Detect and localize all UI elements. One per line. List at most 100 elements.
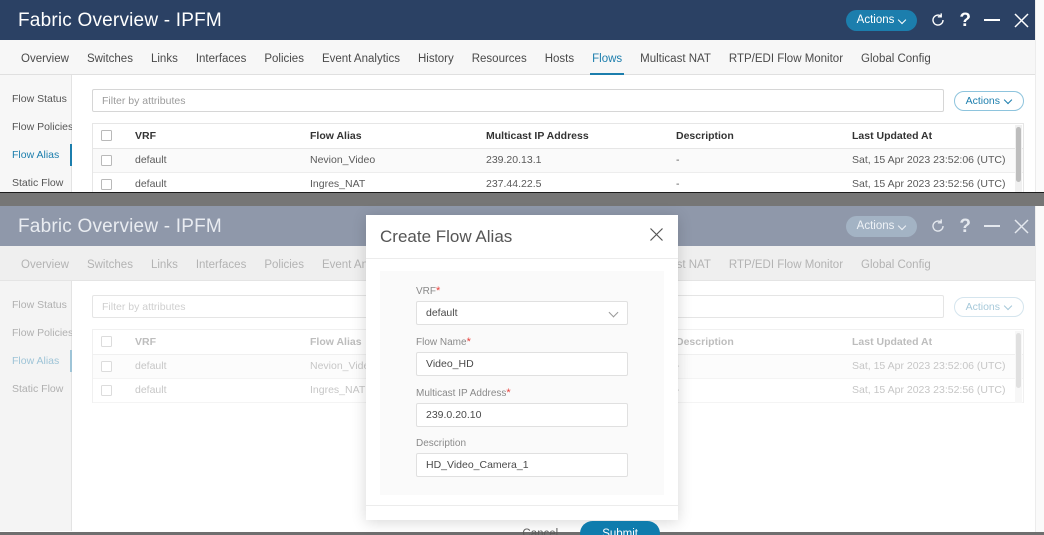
flow-name-input[interactable]: Video_HD [416,352,628,376]
sidebar-item-static-flow[interactable]: Static Flow [0,169,71,192]
column-header-vrf[interactable]: VRF [127,330,302,355]
table-actions-label: Actions [965,300,1000,313]
cell-vrf: default [127,148,302,173]
tab-flows[interactable]: Flows [583,53,631,75]
window-controls: Actions ? [845,206,1030,246]
column-header-last-updated[interactable]: Last Updated At [844,330,1023,355]
create-flow-alias-dialog: Create Flow Alias VRF* default Flow Name… [366,215,678,535]
cell-vrf: default [127,354,302,379]
window-actions-label: Actions [856,14,895,26]
table-actions-button[interactable]: Actions [953,90,1024,111]
sidebar-item-flow-status[interactable]: Flow Status [0,291,71,319]
content-area: Filter by attributes Actions VRF Flow Al… [72,75,1044,192]
refresh-icon[interactable] [930,12,946,28]
cell-last-updated: Sat, 15 Apr 2023 23:52:06 (UTC) [844,354,1023,379]
column-header-vrf[interactable]: VRF [127,124,302,149]
description-input[interactable]: HD_Video_Camera_1 [416,453,628,477]
close-icon[interactable] [649,227,664,247]
screen: Fabric Overview - IPFM Actions ? Overvie… [0,0,1044,535]
tab-switches[interactable]: Switches [78,259,142,281]
cancel-button[interactable]: Cancel [516,524,564,535]
tab-policies[interactable]: Policies [255,259,313,281]
field-flow-name: Flow Name* Video_HD [416,336,628,376]
tab-resources[interactable]: Resources [463,53,536,75]
window-actions-button[interactable]: Actions [845,215,918,237]
page-scrollbar[interactable] [1035,0,1044,192]
row-checkbox[interactable] [101,154,112,166]
column-header-last-updated[interactable]: Last Updated At [844,124,1023,149]
dialog-header: Create Flow Alias [366,215,678,259]
tab-overview[interactable]: Overview [12,53,78,75]
filter-input[interactable]: Filter by attributes [92,89,944,112]
tab-rtp-edi-flow-monitor[interactable]: RTP/EDI Flow Monitor [720,53,852,75]
tab-links[interactable]: Links [142,53,187,75]
sidebar: Flow Status Flow Policies Flow Alias Sta… [0,281,73,531]
minimize-icon[interactable] [984,225,1000,227]
page-title: Fabric Overview - IPFM [18,215,222,237]
column-header-description[interactable]: Description [668,330,844,355]
row-checkbox[interactable] [101,384,112,396]
tab-interfaces[interactable]: Interfaces [187,53,256,75]
main-tab-bar: Overview Switches Links Interfaces Polic… [0,40,1044,75]
table-row[interactable]: default Nevion_Video 239.20.13.1 - Sat, … [93,148,1023,173]
table-actions-button[interactable]: Actions [953,296,1024,317]
tab-multicast-nat[interactable]: Multicast NAT [631,53,720,75]
table-row[interactable]: default Ingres_NAT 237.44.22.5 - Sat, 15… [93,172,1023,192]
cell-multicast-ip: 239.20.13.1 [478,148,668,173]
tab-policies[interactable]: Policies [255,53,313,75]
field-multicast-ip: Multicast IP Address* 239.0.20.10 [416,387,628,427]
column-header-description[interactable]: Description [668,124,844,149]
filter-row: Filter by attributes Actions [92,89,1024,112]
table-header-row: VRF Flow Alias Multicast IP Address Desc… [93,124,1023,149]
cell-description: - [668,172,844,192]
page-scrollbar[interactable] [1035,206,1044,535]
select-all-checkbox[interactable] [101,130,112,142]
sidebar-item-flow-alias[interactable]: Flow Alias [0,141,72,169]
tab-hosts[interactable]: Hosts [536,53,583,75]
tab-history[interactable]: History [409,53,463,75]
close-icon[interactable] [1013,218,1030,235]
window-body: Flow Status Flow Policies Flow Alias Sta… [0,0,1044,192]
column-header-flow-alias[interactable]: Flow Alias [302,124,478,149]
column-header-multicast-ip[interactable]: Multicast IP Address [478,124,668,149]
tab-global-config[interactable]: Global Config [852,259,940,281]
label-description: Description [416,438,467,449]
tab-links[interactable]: Links [142,259,187,281]
table-scrollbar[interactable] [1015,125,1022,192]
table-scrollbar[interactable] [1015,331,1022,403]
tab-global-config[interactable]: Global Config [852,53,940,75]
tab-interfaces[interactable]: Interfaces [187,259,256,281]
sidebar-item-flow-status[interactable]: Flow Status [0,85,71,113]
help-icon[interactable]: ? [959,217,971,236]
window-actions-button[interactable]: Actions [845,9,918,31]
help-icon[interactable]: ? [959,11,971,30]
vrf-select[interactable]: default [416,301,628,325]
cell-flow-alias: Ingres_NAT [302,172,478,192]
row-checkbox[interactable] [101,360,112,372]
form-card: VRF* default Flow Name* Video_HD Multica… [380,271,664,495]
select-all-checkbox[interactable] [101,336,112,348]
cell-description: - [668,354,844,379]
page-title: Fabric Overview - IPFM [18,9,222,31]
multicast-ip-input[interactable]: 239.0.20.10 [416,403,628,427]
minimize-icon[interactable] [984,19,1000,21]
close-icon[interactable] [1013,12,1030,29]
sidebar-item-flow-policies[interactable]: Flow Policies [0,319,73,347]
row-checkbox[interactable] [101,178,112,190]
sidebar-item-flow-policies[interactable]: Flow Policies [0,113,73,141]
tab-overview[interactable]: Overview [12,259,78,281]
sidebar-item-static-flow[interactable]: Static Flow [0,375,71,403]
cell-description: - [668,378,844,403]
tab-event-analytics[interactable]: Event Analytics [313,53,409,75]
dialog-footer: Cancel Submit [366,505,678,535]
submit-button[interactable]: Submit [580,521,660,535]
cell-description: - [668,148,844,173]
sidebar-item-flow-alias[interactable]: Flow Alias [0,347,72,375]
refresh-icon[interactable] [930,218,946,234]
label-flow-name: Flow Name* [416,336,471,348]
tab-switches[interactable]: Switches [78,53,142,75]
flow-alias-table: VRF Flow Alias Multicast IP Address Desc… [92,123,1024,192]
label-multicast-ip: Multicast IP Address* [416,387,511,399]
tab-rtp-edi-flow-monitor[interactable]: RTP/EDI Flow Monitor [720,259,852,281]
sidebar: Flow Status Flow Policies Flow Alias Sta… [0,75,73,192]
